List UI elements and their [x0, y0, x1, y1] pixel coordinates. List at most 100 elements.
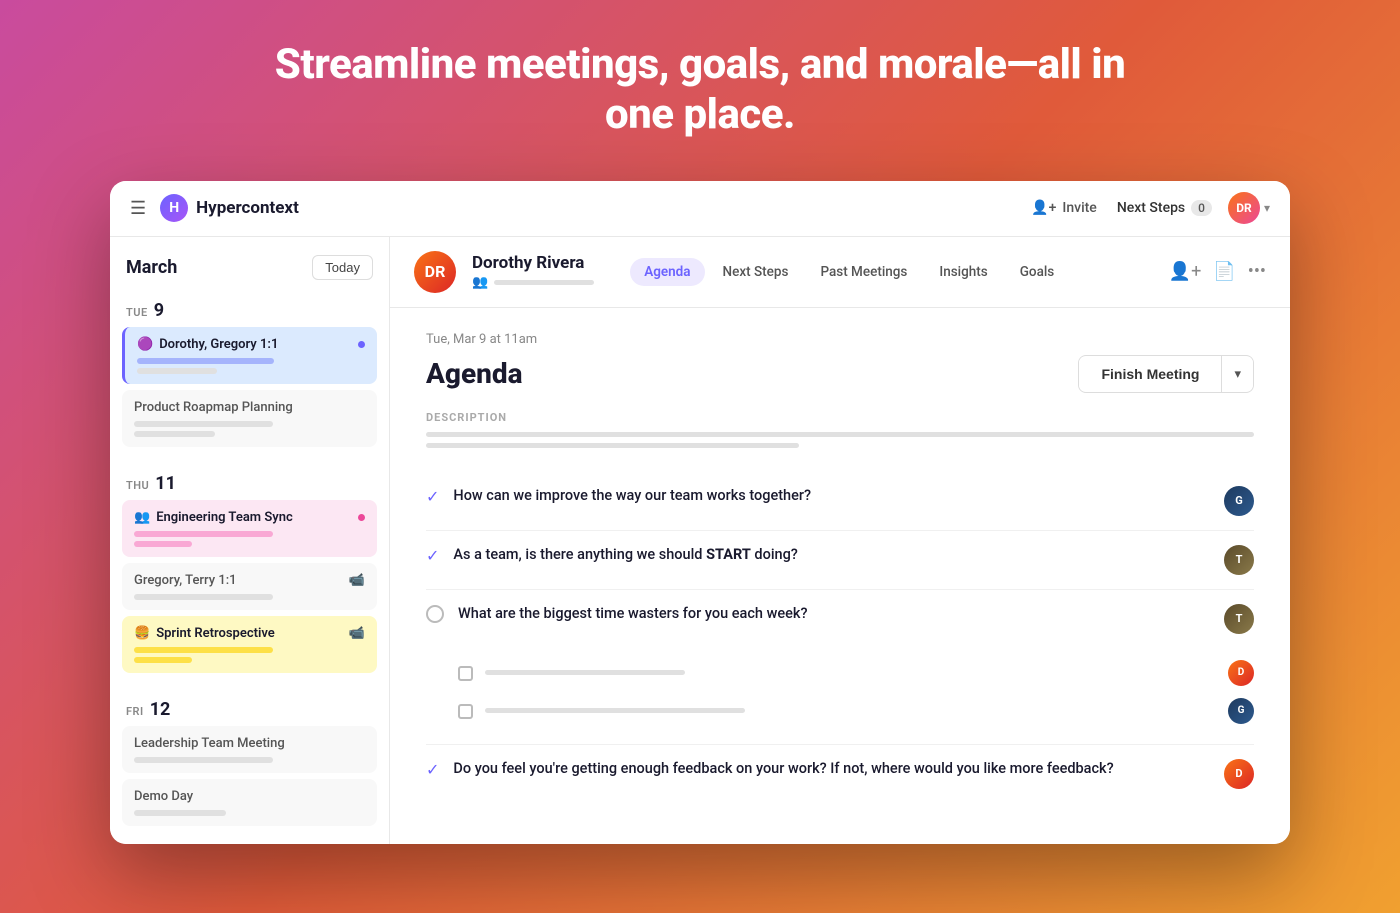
- main-layout: March Today TUE 9 🟣 Dorothy, Gregory 1:1: [110, 237, 1290, 844]
- meeting-card-title: 🍔 Sprint Retrospective 📹: [134, 626, 365, 641]
- agenda-subitems: D G: [426, 654, 1254, 730]
- meeting-card-sub2: [134, 657, 192, 663]
- nav-next-steps-button[interactable]: Next Steps 0: [1117, 200, 1212, 216]
- meeting-name: Gregory, Terry 1:1: [134, 573, 237, 588]
- tab-next-steps[interactable]: Next Steps: [709, 258, 803, 286]
- agenda-item-3[interactable]: What are the biggest time wasters for yo…: [426, 590, 1254, 745]
- finish-meeting-chevron[interactable]: ▾: [1222, 357, 1253, 391]
- agenda-item-text: What are the biggest time wasters for yo…: [458, 604, 1210, 624]
- meeting-active-dot: [358, 514, 365, 521]
- logo-icon: H: [160, 194, 188, 222]
- hero-title: Streamline meetings, goals, and morale—a…: [250, 40, 1150, 141]
- meeting-card-title: Leadership Team Meeting: [134, 736, 365, 751]
- sidebar: March Today TUE 9 🟣 Dorothy, Gregory 1:1: [110, 237, 390, 844]
- meeting-name: Product Roapmap Planning: [134, 400, 293, 415]
- agenda-date: Tue, Mar 9 at 11am: [426, 332, 1254, 347]
- document-icon[interactable]: 📄: [1213, 261, 1235, 282]
- day-group-thu: THU 11 👥 Engineering Team Sync Gregory, …: [110, 465, 389, 691]
- meeting-tabs: Agenda Next Steps Past Meetings Insights…: [630, 258, 1068, 286]
- hamburger-icon[interactable]: ☰: [130, 198, 146, 219]
- checkbox-icon[interactable]: [458, 704, 473, 719]
- meeting-card-sub: [134, 594, 273, 600]
- meeting-card-dorothy-gregory[interactable]: 🟣 Dorothy, Gregory 1:1: [122, 327, 377, 384]
- day-label-fri: FRI: [126, 705, 144, 718]
- tab-insights[interactable]: Insights: [925, 258, 1001, 286]
- meeting-card-gregory-terry[interactable]: Gregory, Terry 1:1 📹: [122, 563, 377, 610]
- agenda-title: Agenda: [426, 357, 523, 390]
- finish-meeting-button[interactable]: Finish Meeting: [1079, 357, 1221, 391]
- agenda-item-1[interactable]: ✓ How can we improve the way our team wo…: [426, 472, 1254, 531]
- day-header-fri: FRI 12: [122, 691, 377, 726]
- meeting-card-demo-day[interactable]: Demo Day: [122, 779, 377, 826]
- meeting-avatar: DR: [414, 251, 456, 293]
- sub-item-avatar: D: [1228, 660, 1254, 686]
- checkmark-icon: ✓: [426, 487, 439, 506]
- description-bars: [426, 432, 1254, 448]
- checkmark-icon: ✓: [426, 760, 439, 779]
- day-header-tue: TUE 9: [122, 292, 377, 327]
- day-group-tue: TUE 9 🟣 Dorothy, Gregory 1:1 Product Roa…: [110, 292, 389, 465]
- meeting-card-sub2: [137, 368, 217, 374]
- video-icon: 📹: [349, 626, 365, 641]
- invite-button[interactable]: 👤+ Invite: [1031, 200, 1097, 216]
- sub-item-avatar: G: [1228, 698, 1254, 724]
- meeting-card-sub2: [134, 541, 192, 547]
- agenda-item-avatar: G: [1224, 486, 1254, 516]
- day-group-fri: FRI 12 Leadership Team Meeting Demo Day: [110, 691, 389, 844]
- meeting-card-product-roadmap[interactable]: Product Roapmap Planning: [122, 390, 377, 447]
- tab-agenda[interactable]: Agenda: [630, 258, 704, 286]
- video-icon: 📹: [349, 573, 365, 588]
- day-label-tue: TUE: [126, 306, 148, 319]
- tab-actions: 👤+ 📄 •••: [1169, 261, 1266, 282]
- agenda-item-avatar: D: [1224, 759, 1254, 789]
- meeting-card-sub: [137, 358, 274, 364]
- meeting-card-sub2: [134, 431, 215, 437]
- meeting-card-title: Demo Day: [134, 789, 365, 804]
- meeting-name: Sprint Retrospective: [156, 626, 275, 641]
- agenda-item-text: As a team, is there anything we should S…: [453, 545, 1210, 565]
- meeting-active-dot: [358, 341, 365, 348]
- meeting-emoji: 👥: [134, 510, 150, 525]
- nav-avatar[interactable]: DR: [1228, 192, 1260, 224]
- agenda-item-2[interactable]: ✓ As a team, is there anything we should…: [426, 531, 1254, 590]
- agenda-content: Tue, Mar 9 at 11am Agenda Finish Meeting…: [390, 308, 1290, 844]
- day-header-thu: THU 11: [122, 465, 377, 500]
- sub-item-1: D: [458, 654, 1254, 692]
- top-nav: ☰ H Hypercontext 👤+ Invite Next Steps 0 …: [110, 181, 1290, 237]
- day-label-thu: THU: [126, 479, 149, 492]
- meeting-title-area: Dorothy Rivera 👥: [472, 253, 594, 290]
- sub-item-2: G: [458, 692, 1254, 730]
- more-options-icon[interactable]: •••: [1248, 261, 1266, 282]
- agenda-item-4[interactable]: ✓ Do you feel you're getting enough feed…: [426, 745, 1254, 803]
- add-person-tab-icon[interactable]: 👤+: [1169, 261, 1202, 282]
- tab-goals[interactable]: Goals: [1006, 258, 1069, 286]
- app-window: ☰ H Hypercontext 👤+ Invite Next Steps 0 …: [110, 181, 1290, 844]
- agenda-item-avatar: T: [1224, 545, 1254, 575]
- meeting-name: Engineering Team Sync: [156, 510, 293, 525]
- today-button[interactable]: Today: [312, 255, 373, 280]
- meeting-card-engineering-team[interactable]: 👥 Engineering Team Sync: [122, 500, 377, 557]
- meeting-card-sub: [134, 757, 273, 763]
- meeting-card-sprint-retro[interactable]: 🍔 Sprint Retrospective 📹: [122, 616, 377, 673]
- sub-bar: [485, 708, 745, 713]
- meeting-card-title: Product Roapmap Planning: [134, 400, 365, 415]
- meeting-card-title: 👥 Engineering Team Sync: [134, 510, 365, 525]
- checkmark-icon: ✓: [426, 546, 439, 565]
- agenda-title-row: Agenda Finish Meeting ▾: [426, 355, 1254, 393]
- desc-bar-2: [426, 443, 799, 448]
- sidebar-month-header: March Today: [110, 237, 389, 292]
- tab-past-meetings[interactable]: Past Meetings: [806, 258, 921, 286]
- meeting-card-sub: [134, 647, 273, 653]
- nav-chevron-icon[interactable]: ▾: [1264, 201, 1270, 215]
- meeting-card-sub: [134, 421, 273, 427]
- circle-icon: [426, 605, 444, 623]
- meeting-card-leadership[interactable]: Leadership Team Meeting: [122, 726, 377, 773]
- nav-logo: H Hypercontext: [160, 194, 299, 222]
- sidebar-month: March: [126, 257, 177, 278]
- description-label: DESCRIPTION: [426, 411, 1254, 424]
- day-number-fri: 12: [150, 699, 171, 720]
- logo-text: Hypercontext: [196, 198, 299, 218]
- checkbox-icon[interactable]: [458, 666, 473, 681]
- meeting-name: Dorothy, Gregory 1:1: [159, 337, 278, 352]
- people-icon: 👥: [472, 275, 488, 290]
